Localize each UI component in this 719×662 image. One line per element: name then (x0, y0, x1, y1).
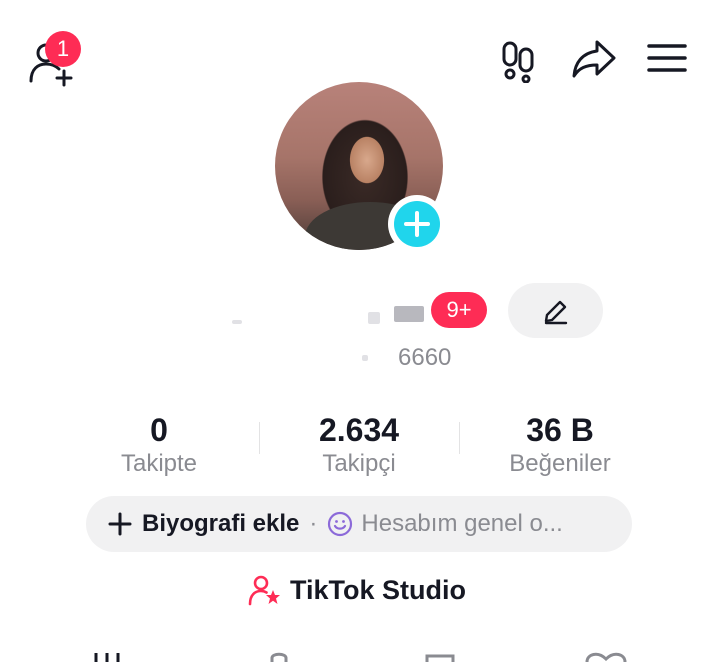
stat-likes[interactable]: 36 B Beğeniler (460, 412, 660, 480)
username-redaction (368, 312, 380, 324)
smiley-icon (328, 511, 353, 537)
tiktok-studio-link[interactable]: TikTok Studio (248, 574, 466, 606)
plus-icon (394, 201, 440, 247)
profile-handle: 6660 (398, 344, 452, 371)
stat-likes-label: Beğeniler (509, 450, 611, 477)
notification-pill[interactable]: 9+ (431, 292, 487, 328)
handle-redaction (362, 355, 368, 361)
stat-followers-value: 2.634 (318, 412, 400, 448)
stat-likes-value: 36 B (526, 412, 594, 448)
tiktok-studio-label: TikTok Studio (290, 574, 467, 605)
share-icon (572, 40, 616, 78)
lock-icon[interactable] (264, 651, 294, 662)
share-button[interactable] (568, 36, 620, 82)
bio-separator: · (309, 510, 318, 537)
grid-icon[interactable] (92, 653, 126, 662)
footprints-icon (502, 41, 534, 83)
stat-following[interactable]: 0 Takipte (59, 412, 259, 480)
menu-button[interactable] (644, 38, 690, 78)
profile-tabs (0, 645, 719, 662)
username-redaction (394, 306, 424, 322)
person-star-icon (248, 575, 280, 606)
add-story-button[interactable] (388, 195, 446, 253)
heart-icon[interactable] (584, 651, 628, 662)
stat-following-value: 0 (150, 412, 168, 448)
stat-following-label: Takipte (120, 450, 198, 477)
bookmark-icon[interactable] (424, 653, 456, 662)
username-redaction (232, 320, 242, 324)
plus-icon (108, 512, 132, 536)
stat-followers-label: Takipçi (322, 450, 396, 477)
pencil-icon (544, 300, 567, 324)
edit-profile-button[interactable] (508, 283, 603, 338)
add-bio-label: Biyografi ekle (142, 510, 300, 537)
add-friend-badge: 1 (45, 31, 81, 67)
bio-hint: Hesabım genel o... (361, 510, 563, 537)
menu-icon (647, 44, 687, 72)
footprints-button[interactable] (496, 38, 542, 84)
add-bio-button[interactable]: Biyografi ekle · Hesabım genel o... (86, 496, 632, 552)
stat-followers[interactable]: 2.634 Takipçi (259, 412, 459, 480)
